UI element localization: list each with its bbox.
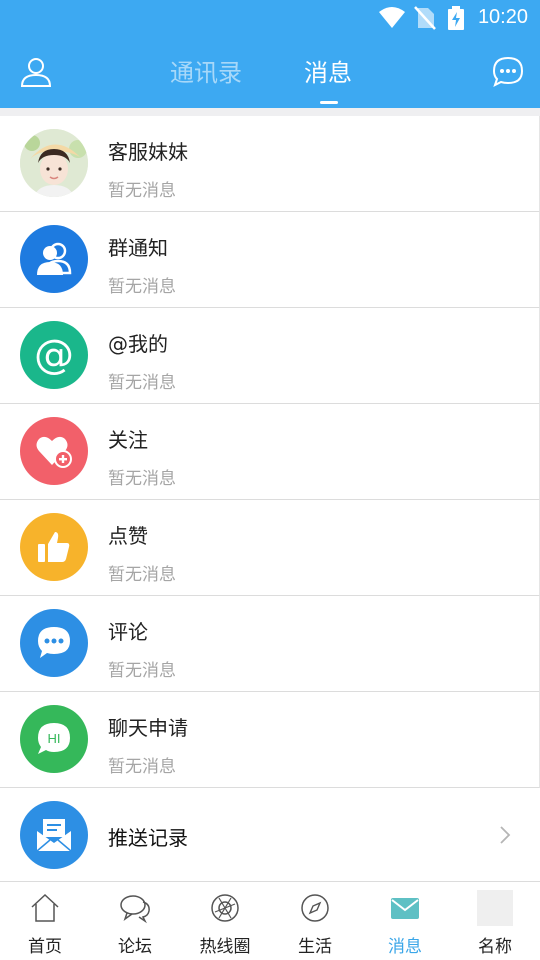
forum-icon <box>120 895 150 924</box>
item-title: 群通知 <box>108 236 168 260</box>
item-title: 评论 <box>108 620 148 644</box>
item-title: 关注 <box>108 428 148 452</box>
hotline-icon <box>211 894 239 922</box>
mail-icon <box>36 819 72 852</box>
nav-forum[interactable]: 论坛 <box>90 882 180 960</box>
thumbs-up-icon <box>38 532 70 562</box>
divider-strip <box>0 108 540 116</box>
item-subtitle: 暂无消息 <box>108 181 176 201</box>
list-item-likes[interactable]: 点赞 暂无消息 <box>0 500 540 596</box>
list-item-group-notice[interactable]: 群通知 暂无消息 <box>0 212 540 308</box>
item-subtitle: 暂无消息 <box>108 469 176 489</box>
avatar-photo <box>20 129 88 197</box>
nav-name[interactable]: 名称 <box>450 882 540 960</box>
nav-label: 生活 <box>298 937 332 957</box>
list-item-customer-service[interactable]: 客服妹妹 暂无消息 <box>0 116 540 212</box>
item-title: 聊天申请 <box>108 716 188 740</box>
nav-home[interactable]: 首页 <box>0 882 90 960</box>
avatar <box>20 129 88 197</box>
nav-hotline[interactable]: 热线圈 <box>180 882 270 960</box>
item-subtitle: 暂无消息 <box>108 565 176 585</box>
list-item-chat-request[interactable]: HI 聊天申请 暂无消息 <box>0 692 540 788</box>
nav-label: 名称 <box>478 937 512 957</box>
top-bar: 10:20 通讯录 消息 <box>0 0 540 108</box>
list-item-mentions[interactable]: @ @我的 暂无消息 <box>0 308 540 404</box>
nav-messages[interactable]: 消息 <box>360 882 450 960</box>
comment-icon <box>38 627 70 658</box>
status-bar: 10:20 <box>0 0 540 36</box>
nav-life[interactable]: 生活 <box>270 882 360 960</box>
list-item-follow[interactable]: 关注 暂无消息 <box>0 404 540 500</box>
item-subtitle: 暂无消息 <box>108 661 176 681</box>
bottom-nav: 首页 论坛 热线圈 生活 消息 名称 <box>0 882 540 960</box>
chevron-right-icon <box>500 826 511 844</box>
hi-bubble-icon: HI <box>38 723 70 754</box>
heart-plus-icon <box>36 436 72 468</box>
item-subtitle: 暂无消息 <box>108 373 176 393</box>
avatar <box>20 225 88 293</box>
list-item-comments[interactable]: 评论 暂无消息 <box>0 596 540 692</box>
avatar: @ <box>20 321 88 389</box>
message-list: 客服妹妹 暂无消息 群通知 暂无消息 @ @我的 暂无消息 关注 暂无消息 点赞… <box>0 116 540 788</box>
nav-label: 消息 <box>388 937 422 957</box>
wifi-icon <box>379 7 405 28</box>
nav-label: 热线圈 <box>199 937 251 957</box>
item-subtitle: 暂无消息 <box>108 757 176 777</box>
no-sim-icon <box>414 6 436 30</box>
battery-icon <box>448 6 464 30</box>
avatar <box>20 417 88 485</box>
clock: 10:20 <box>477 6 528 28</box>
tab-contacts[interactable]: 通讯录 <box>170 56 242 90</box>
item-title: 客服妹妹 <box>108 140 188 164</box>
avatar <box>20 513 88 581</box>
tab-indicator <box>320 101 338 104</box>
item-title: 点赞 <box>108 524 148 548</box>
placeholder-icon <box>477 890 513 926</box>
at-icon: @ <box>34 332 74 378</box>
svg-text:HI: HI <box>48 731 61 746</box>
avatar <box>20 801 88 869</box>
item-title: @我的 <box>108 332 168 356</box>
push-record-title: 推送记录 <box>108 826 188 850</box>
chat-bubble-icon[interactable] <box>492 56 524 88</box>
avatar <box>20 609 88 677</box>
compass-icon <box>301 894 329 922</box>
user-profile-icon[interactable] <box>20 56 52 88</box>
avatar: HI <box>20 705 88 773</box>
message-mail-icon <box>391 898 419 919</box>
item-subtitle: 暂无消息 <box>108 277 176 297</box>
home-icon <box>31 893 59 922</box>
nav-label: 论坛 <box>118 937 152 957</box>
push-record-row[interactable]: 推送记录 <box>0 788 540 882</box>
tab-messages[interactable]: 消息 <box>304 56 352 90</box>
group-icon <box>37 242 72 275</box>
nav-label: 首页 <box>28 937 62 957</box>
